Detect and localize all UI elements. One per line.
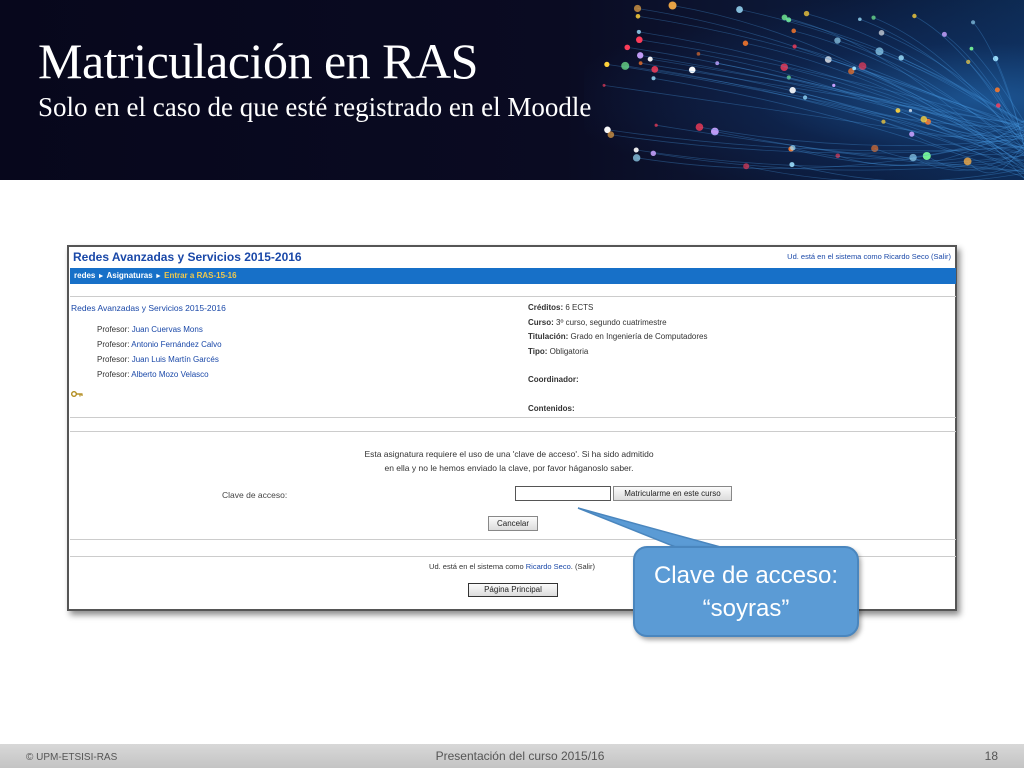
page-number: 18 — [984, 749, 998, 763]
callout-pointer — [577, 507, 725, 549]
access-key-callout: Clave de acceso: “soyras” — [633, 546, 859, 637]
presentation-title: Presentación del curso 2015/16 — [435, 749, 605, 763]
callout-line1: Clave de acceso: — [653, 562, 839, 589]
callout-line2: “soyras” — [702, 595, 790, 622]
slide-footer: © UPM-ETSISI-RAS Presentación del curso … — [0, 744, 1024, 768]
